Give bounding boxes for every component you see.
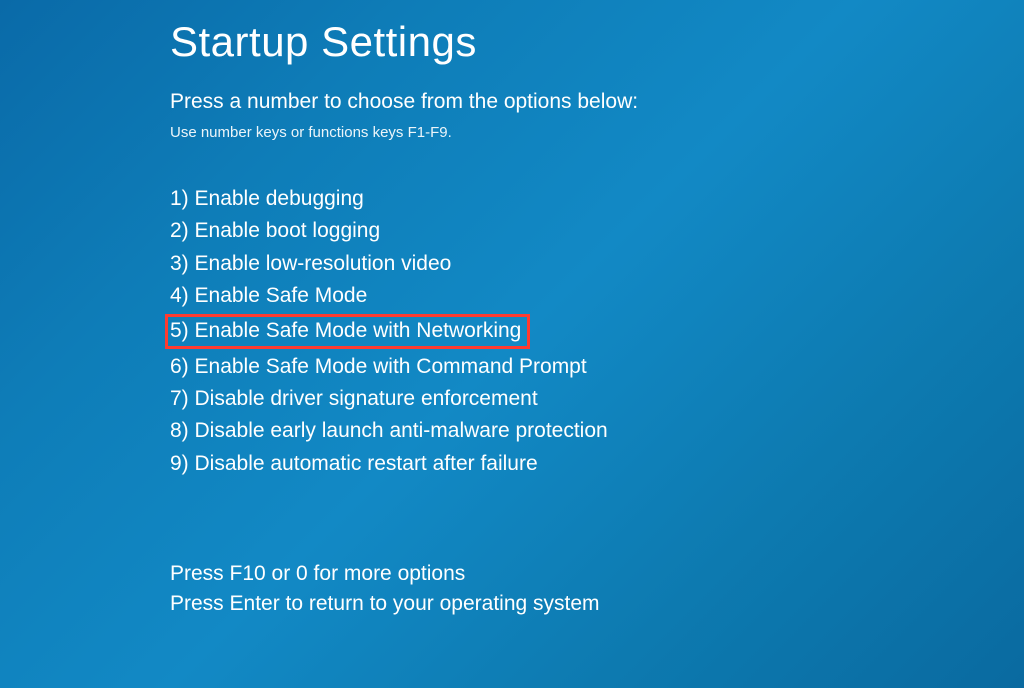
instruction-text: Press a number to choose from the option…: [170, 90, 1024, 114]
more-options-text: Press F10 or 0 for more options: [170, 560, 1024, 588]
option-enable-low-resolution-video[interactable]: 3) Enable low-resolution video: [170, 250, 451, 278]
option-enable-safe-mode-command-prompt[interactable]: 6) Enable Safe Mode with Command Prompt: [170, 353, 587, 381]
option-enable-debugging[interactable]: 1) Enable debugging: [170, 185, 364, 213]
sub-instruction-text: Use number keys or functions keys F1-F9.: [170, 124, 1024, 141]
startup-options-list: 1) Enable debugging 2) Enable boot loggi…: [170, 185, 1024, 478]
option-enable-safe-mode[interactable]: 4) Enable Safe Mode: [170, 282, 367, 310]
option-disable-auto-restart[interactable]: 9) Disable automatic restart after failu…: [170, 450, 538, 478]
option-disable-driver-signature[interactable]: 7) Disable driver signature enforcement: [170, 385, 538, 413]
return-text: Press Enter to return to your operating …: [170, 590, 1024, 618]
option-enable-boot-logging[interactable]: 2) Enable boot logging: [170, 217, 380, 245]
option-enable-safe-mode-networking[interactable]: 5) Enable Safe Mode with Networking: [165, 314, 530, 348]
option-disable-anti-malware[interactable]: 8) Disable early launch anti-malware pro…: [170, 417, 608, 445]
page-title: Startup Settings: [170, 18, 1024, 66]
footer-instructions: Press F10 or 0 for more options Press En…: [170, 560, 1024, 619]
